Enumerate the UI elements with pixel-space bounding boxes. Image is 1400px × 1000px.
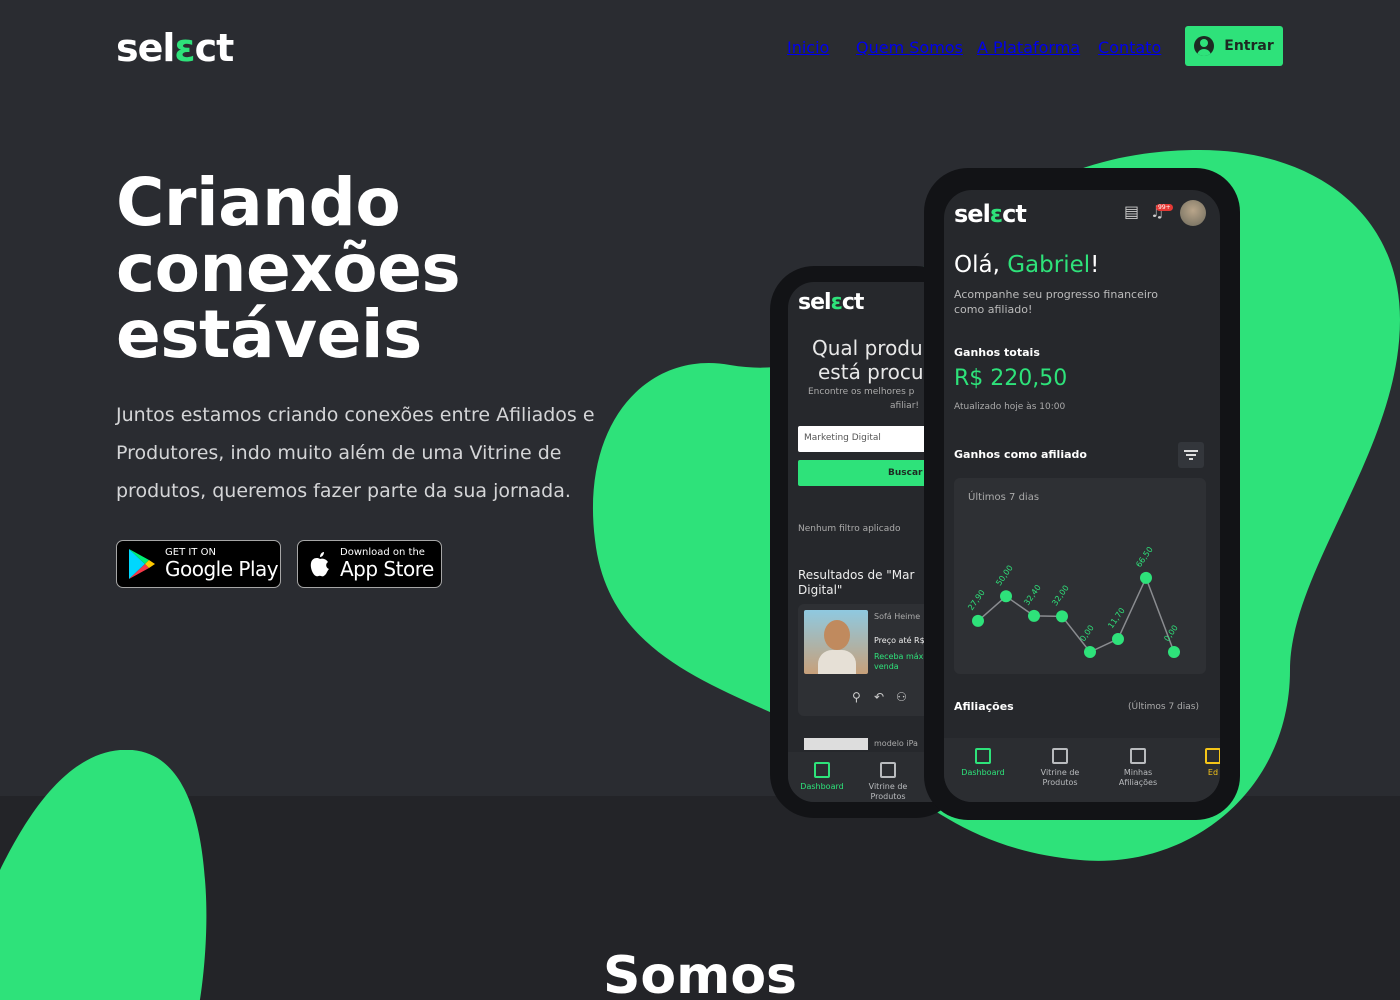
affiliate-earnings-label: Ganhos como afiliado (954, 448, 1087, 461)
tab-edit[interactable]: Ed (1198, 748, 1220, 778)
hero-title: Criando conexões estáveis (116, 164, 461, 373)
product-commission: Receba máx (874, 652, 924, 661)
total-earnings-value: R$ 220,50 (954, 366, 1068, 391)
chart-point[interactable] (972, 614, 984, 627)
product-price: Preço até R$ (874, 636, 925, 645)
pin-icon[interactable]: ⚲ (852, 690, 861, 704)
search-hint-2: afiliar! (890, 401, 920, 411)
tab-minhas-afiliacoes[interactable]: Minhas Afiliações (1110, 748, 1166, 788)
earnings-line-chart: 27,9050,0032,40 32,000,0011,7066,500,00 (966, 545, 1180, 658)
hero-subtitle: Juntos estamos criando conexões entre Af… (116, 404, 595, 502)
chart-point[interactable] (1084, 646, 1096, 658)
logo[interactable]: selɛct (116, 26, 234, 70)
chart-point[interactable] (1168, 646, 1180, 658)
greeting-subtitle-line1: Acompanhe seu progresso financeiro (954, 288, 1158, 301)
product-name-2: modelo iPa (874, 739, 918, 748)
filter-status: Nenhum filtro aplicado (798, 524, 901, 534)
share-icon[interactable]: ↶ (874, 690, 884, 704)
search-heading-line1: Qual produ (812, 336, 923, 360)
chart-data-label: 0,00 (1078, 623, 1096, 643)
product-image-2 (804, 738, 868, 750)
chart-data-label: 32,40 (1022, 583, 1043, 607)
chart-data-label: 66,50 (1134, 545, 1155, 569)
greeting-subtitle-line2: como afiliado! (954, 303, 1033, 316)
back-tab-vitrine[interactable]: Vitrine de Produtos (860, 762, 916, 802)
front-tab-bar: Dashboard Vitrine de Produtos Minhas Afi… (944, 738, 1220, 802)
chart-series-line (977, 575, 1175, 653)
user-circle-icon (1194, 36, 1215, 56)
phone-mockup-front: selɛct ▤ ♫ 99+ Olá, Gabriel! Acompanhe s… (924, 168, 1240, 820)
app-logo: selɛct (798, 290, 864, 315)
chart-point[interactable] (1028, 609, 1040, 622)
results-heading-line1: Resultados de "Mar (798, 568, 915, 582)
product-name: Sofá Heime (874, 612, 921, 621)
tab-dashboard[interactable]: Dashboard (956, 748, 1010, 778)
app-logo-front: selɛct (954, 200, 1027, 228)
earnings-chart-card: Últimos 7 dias 27,90 50,00 32,40 32,00 0,00 1… (954, 478, 1206, 674)
nav-a-plataforma[interactable]: A Plataforma (977, 38, 1080, 57)
nav-inicio[interactable]: Inicio (787, 38, 829, 57)
search-heading-line2: está procu (818, 360, 924, 384)
search-hint: Encontre os melhores p (808, 387, 915, 397)
chart-point[interactable] (1112, 632, 1124, 645)
app-store-big-text: App Store (340, 557, 434, 581)
profile-avatar[interactable] (1180, 200, 1206, 226)
chart-data-label: 27,90 (966, 588, 987, 612)
notification-badge: 99+ (1156, 204, 1173, 211)
nav-quem-somos[interactable]: Quem Somos (856, 38, 963, 57)
affiliations-label: Afiliações (954, 700, 1014, 713)
results-heading-line2: Digital" (798, 583, 843, 597)
chart-data-label: 32,00 (1050, 584, 1071, 608)
section-heading-somos: Somos (602, 946, 798, 1000)
filter-icon[interactable] (1178, 442, 1204, 468)
total-earnings-label: Ganhos totais (954, 346, 1040, 359)
login-button-label: Entrar (1224, 38, 1274, 54)
apple-icon (310, 552, 329, 577)
chart-point[interactable] (1000, 590, 1012, 603)
login-button[interactable]: Entrar (1185, 26, 1283, 66)
chart-point[interactable] (1140, 571, 1152, 584)
app-store-button[interactable]: Download on the App Store (297, 540, 442, 588)
group-icon[interactable]: ⚇ (896, 690, 907, 704)
google-play-icon (129, 549, 155, 579)
nav-contato[interactable]: Contato (1098, 38, 1161, 57)
product-commission-2: venda (874, 662, 899, 671)
google-play-big-text: Google Play (165, 557, 279, 581)
tab-vitrine-de-produtos[interactable]: Vitrine de Produtos (1032, 748, 1088, 788)
earnings-updated: Atualizado hoje às 10:00 (954, 402, 1066, 412)
back-tab-dashboard[interactable]: Dashboard (796, 762, 848, 792)
phone-front-screen: selɛct ▤ ♫ 99+ Olá, Gabriel! Acompanhe s… (944, 190, 1220, 802)
affiliations-period: (Últimos 7 dias) (1128, 702, 1199, 712)
chat-icon[interactable]: ▤ (1124, 202, 1139, 221)
google-play-button[interactable]: GET IT ON Google Play (116, 540, 281, 588)
chart-point[interactable] (1056, 610, 1068, 623)
product-image (804, 610, 868, 674)
greeting: Olá, Gabriel! (954, 252, 1100, 278)
chart-data-label: 50,00 (994, 564, 1015, 588)
